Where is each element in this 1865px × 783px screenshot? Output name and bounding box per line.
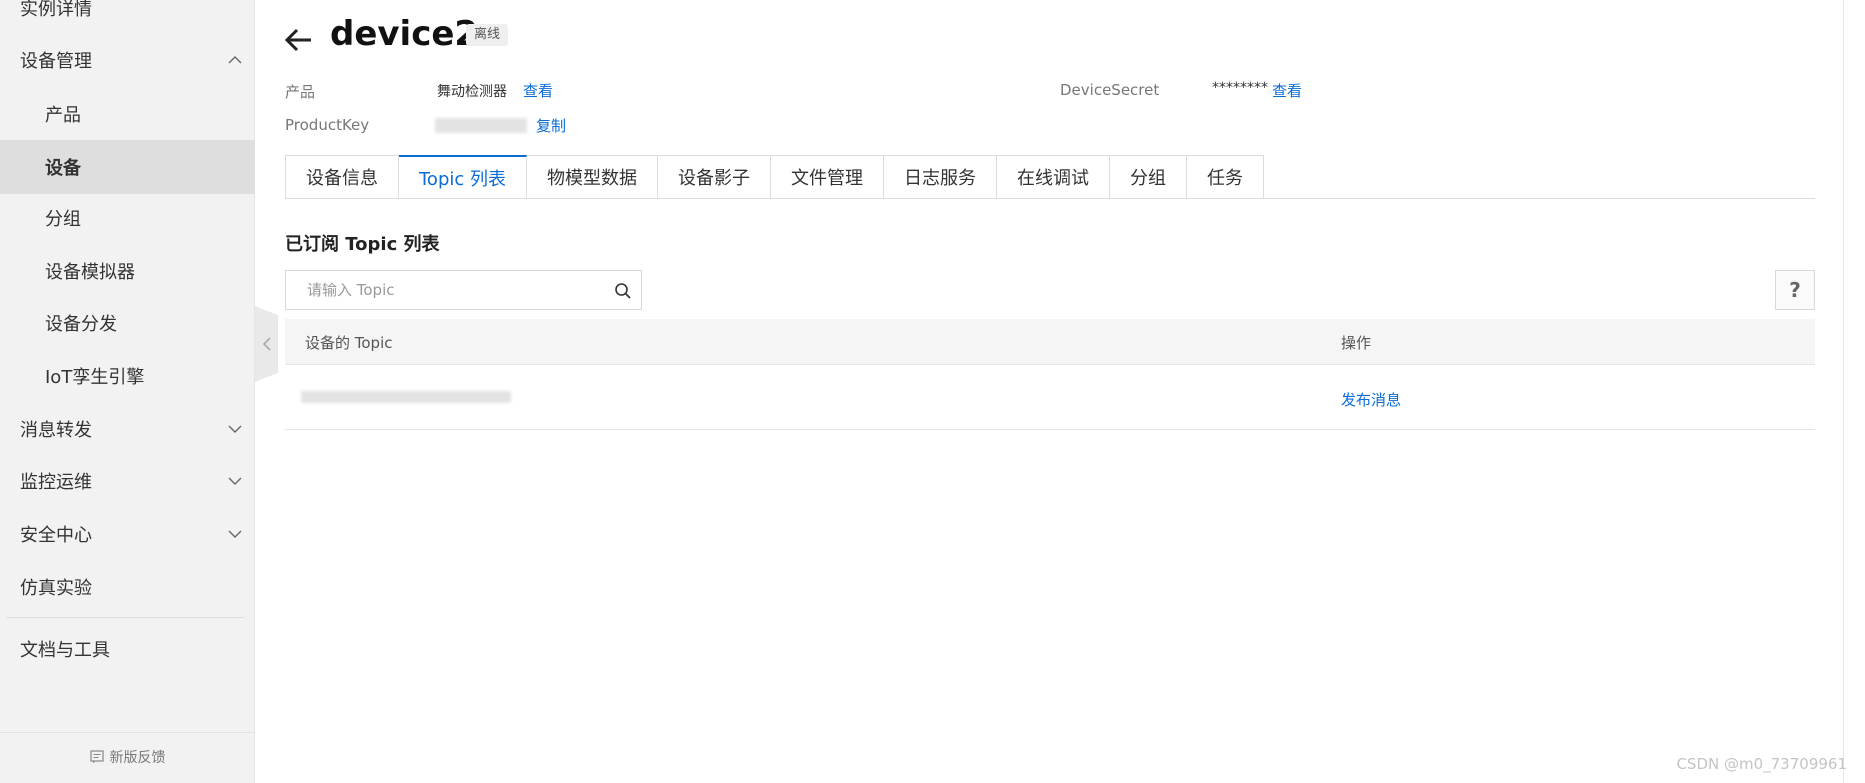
sidebar-item-instance-detail[interactable]: 实例详情 [0, 0, 255, 28]
tab-tasks[interactable]: 任务 [1187, 155, 1264, 199]
search-icon[interactable] [614, 282, 632, 300]
tab-device-info[interactable]: 设备信息 [285, 155, 399, 199]
devicesecret-value: ******** [1212, 80, 1268, 96]
tab-bar-divider [285, 198, 1815, 199]
sidebar-item-device[interactable]: 设备 [0, 140, 255, 194]
back-arrow-icon[interactable] [283, 26, 315, 54]
topic-search-box [285, 270, 642, 310]
sidebar-item-device-simulator[interactable]: 设备模拟器 [0, 251, 255, 291]
sidebar-item-label: 安全中心 [20, 525, 92, 546]
sidebar-item-product[interactable]: 产品 [0, 94, 255, 134]
topic-redacted [301, 391, 511, 403]
sidebar-item-label: 消息转发 [20, 420, 92, 441]
status-badge: 离线 [466, 24, 509, 46]
sidebar-item-simulation-lab[interactable]: 仿真实验 [0, 567, 255, 607]
sidebar-item-monitoring-ops[interactable]: 监控运维 [0, 461, 255, 501]
tab-bar: 设备信息 Topic 列表 物模型数据 设备影子 文件管理 日志服务 在线调试 … [285, 155, 1264, 199]
feedback-icon [89, 750, 104, 764]
sidebar-item-docs-tools[interactable]: 文档与工具 [0, 629, 255, 669]
sidebar-item-security-center[interactable]: 安全中心 [0, 514, 255, 554]
sidebar-item-group[interactable]: 分组 [0, 198, 255, 238]
product-view-link[interactable]: 查看 [523, 80, 553, 101]
product-label: 产品 [285, 83, 316, 101]
sidebar-item-label: 文档与工具 [20, 640, 110, 661]
topic-search-input[interactable] [287, 272, 597, 308]
table-row: 发布消息 [285, 365, 1815, 430]
tab-group[interactable]: 分组 [1110, 155, 1187, 199]
sidebar-item-label: 监控运维 [20, 472, 92, 493]
tab-device-shadow[interactable]: 设备影子 [658, 155, 771, 199]
tab-file-management[interactable]: 文件管理 [771, 155, 884, 199]
tab-topic-list[interactable]: Topic 列表 [399, 155, 527, 199]
feedback-label: 新版反馈 [109, 750, 166, 766]
sidebar-item-message-forwarding[interactable]: 消息转发 [0, 409, 255, 449]
devicesecret-view-link[interactable]: 查看 [1272, 80, 1302, 101]
sidebar-item-label: 设备管理 [20, 51, 92, 72]
sidebar-collapse-button[interactable] [255, 306, 278, 382]
feedback-button[interactable]: 新版反馈 [0, 745, 255, 769]
sidebar-item-iot-twin-engine[interactable]: IoT孪生引擎 [0, 356, 255, 396]
sidebar-item-label: 设备分发 [45, 314, 117, 335]
right-edge-divider [1843, 0, 1844, 783]
sidebar-footer-divider [0, 732, 255, 733]
sidebar-item-label: IoT孪生引擎 [45, 367, 145, 388]
sidebar-item-device-management[interactable]: 设备管理 [0, 40, 255, 80]
productkey-redacted [435, 118, 527, 133]
sidebar-divider [6, 617, 244, 618]
sidebar-item-label: 设备模拟器 [45, 262, 135, 283]
devicesecret-label: DeviceSecret [1060, 81, 1160, 99]
sidebar-item-label: 仿真实验 [20, 578, 92, 599]
sidebar-item-label: 实例详情 [20, 0, 92, 20]
right-edge-panel [1843, 0, 1865, 783]
sidebar-item-label: 产品 [45, 105, 81, 126]
sidebar-item-label: 分组 [45, 209, 81, 230]
chevron-down-icon [228, 530, 242, 538]
productkey-label: ProductKey [285, 116, 370, 134]
page-title: device2 [330, 14, 479, 54]
chevron-left-icon [262, 337, 271, 351]
sidebar-item-device-distribution[interactable]: 设备分发 [0, 303, 255, 343]
column-header-action: 操作 [1341, 334, 1372, 352]
sidebar-item-label: 设备 [45, 158, 81, 179]
column-header-topic: 设备的 Topic [305, 334, 393, 352]
chevron-down-icon [228, 477, 242, 485]
chevron-up-icon [228, 56, 242, 64]
sidebar: 实例详情 设备管理 产品 设备 分组 设备模拟器 设备分发 IoT孪生引擎 消息… [0, 0, 255, 783]
tab-log-service[interactable]: 日志服务 [884, 155, 997, 199]
section-title: 已订阅 Topic 列表 [285, 234, 440, 255]
productkey-copy-link[interactable]: 复制 [536, 115, 566, 136]
chevron-down-icon [228, 425, 242, 433]
publish-message-link[interactable]: 发布消息 [1341, 389, 1401, 410]
product-value: 舞动检测器 [437, 84, 507, 100]
table-header: 设备的 Topic 操作 [285, 319, 1815, 365]
tab-online-debug[interactable]: 在线调试 [997, 155, 1110, 199]
watermark: CSDN @m0_73709961 [1676, 755, 1847, 773]
tab-thing-model-data[interactable]: 物模型数据 [527, 155, 658, 199]
help-button[interactable]: ? [1775, 270, 1815, 310]
